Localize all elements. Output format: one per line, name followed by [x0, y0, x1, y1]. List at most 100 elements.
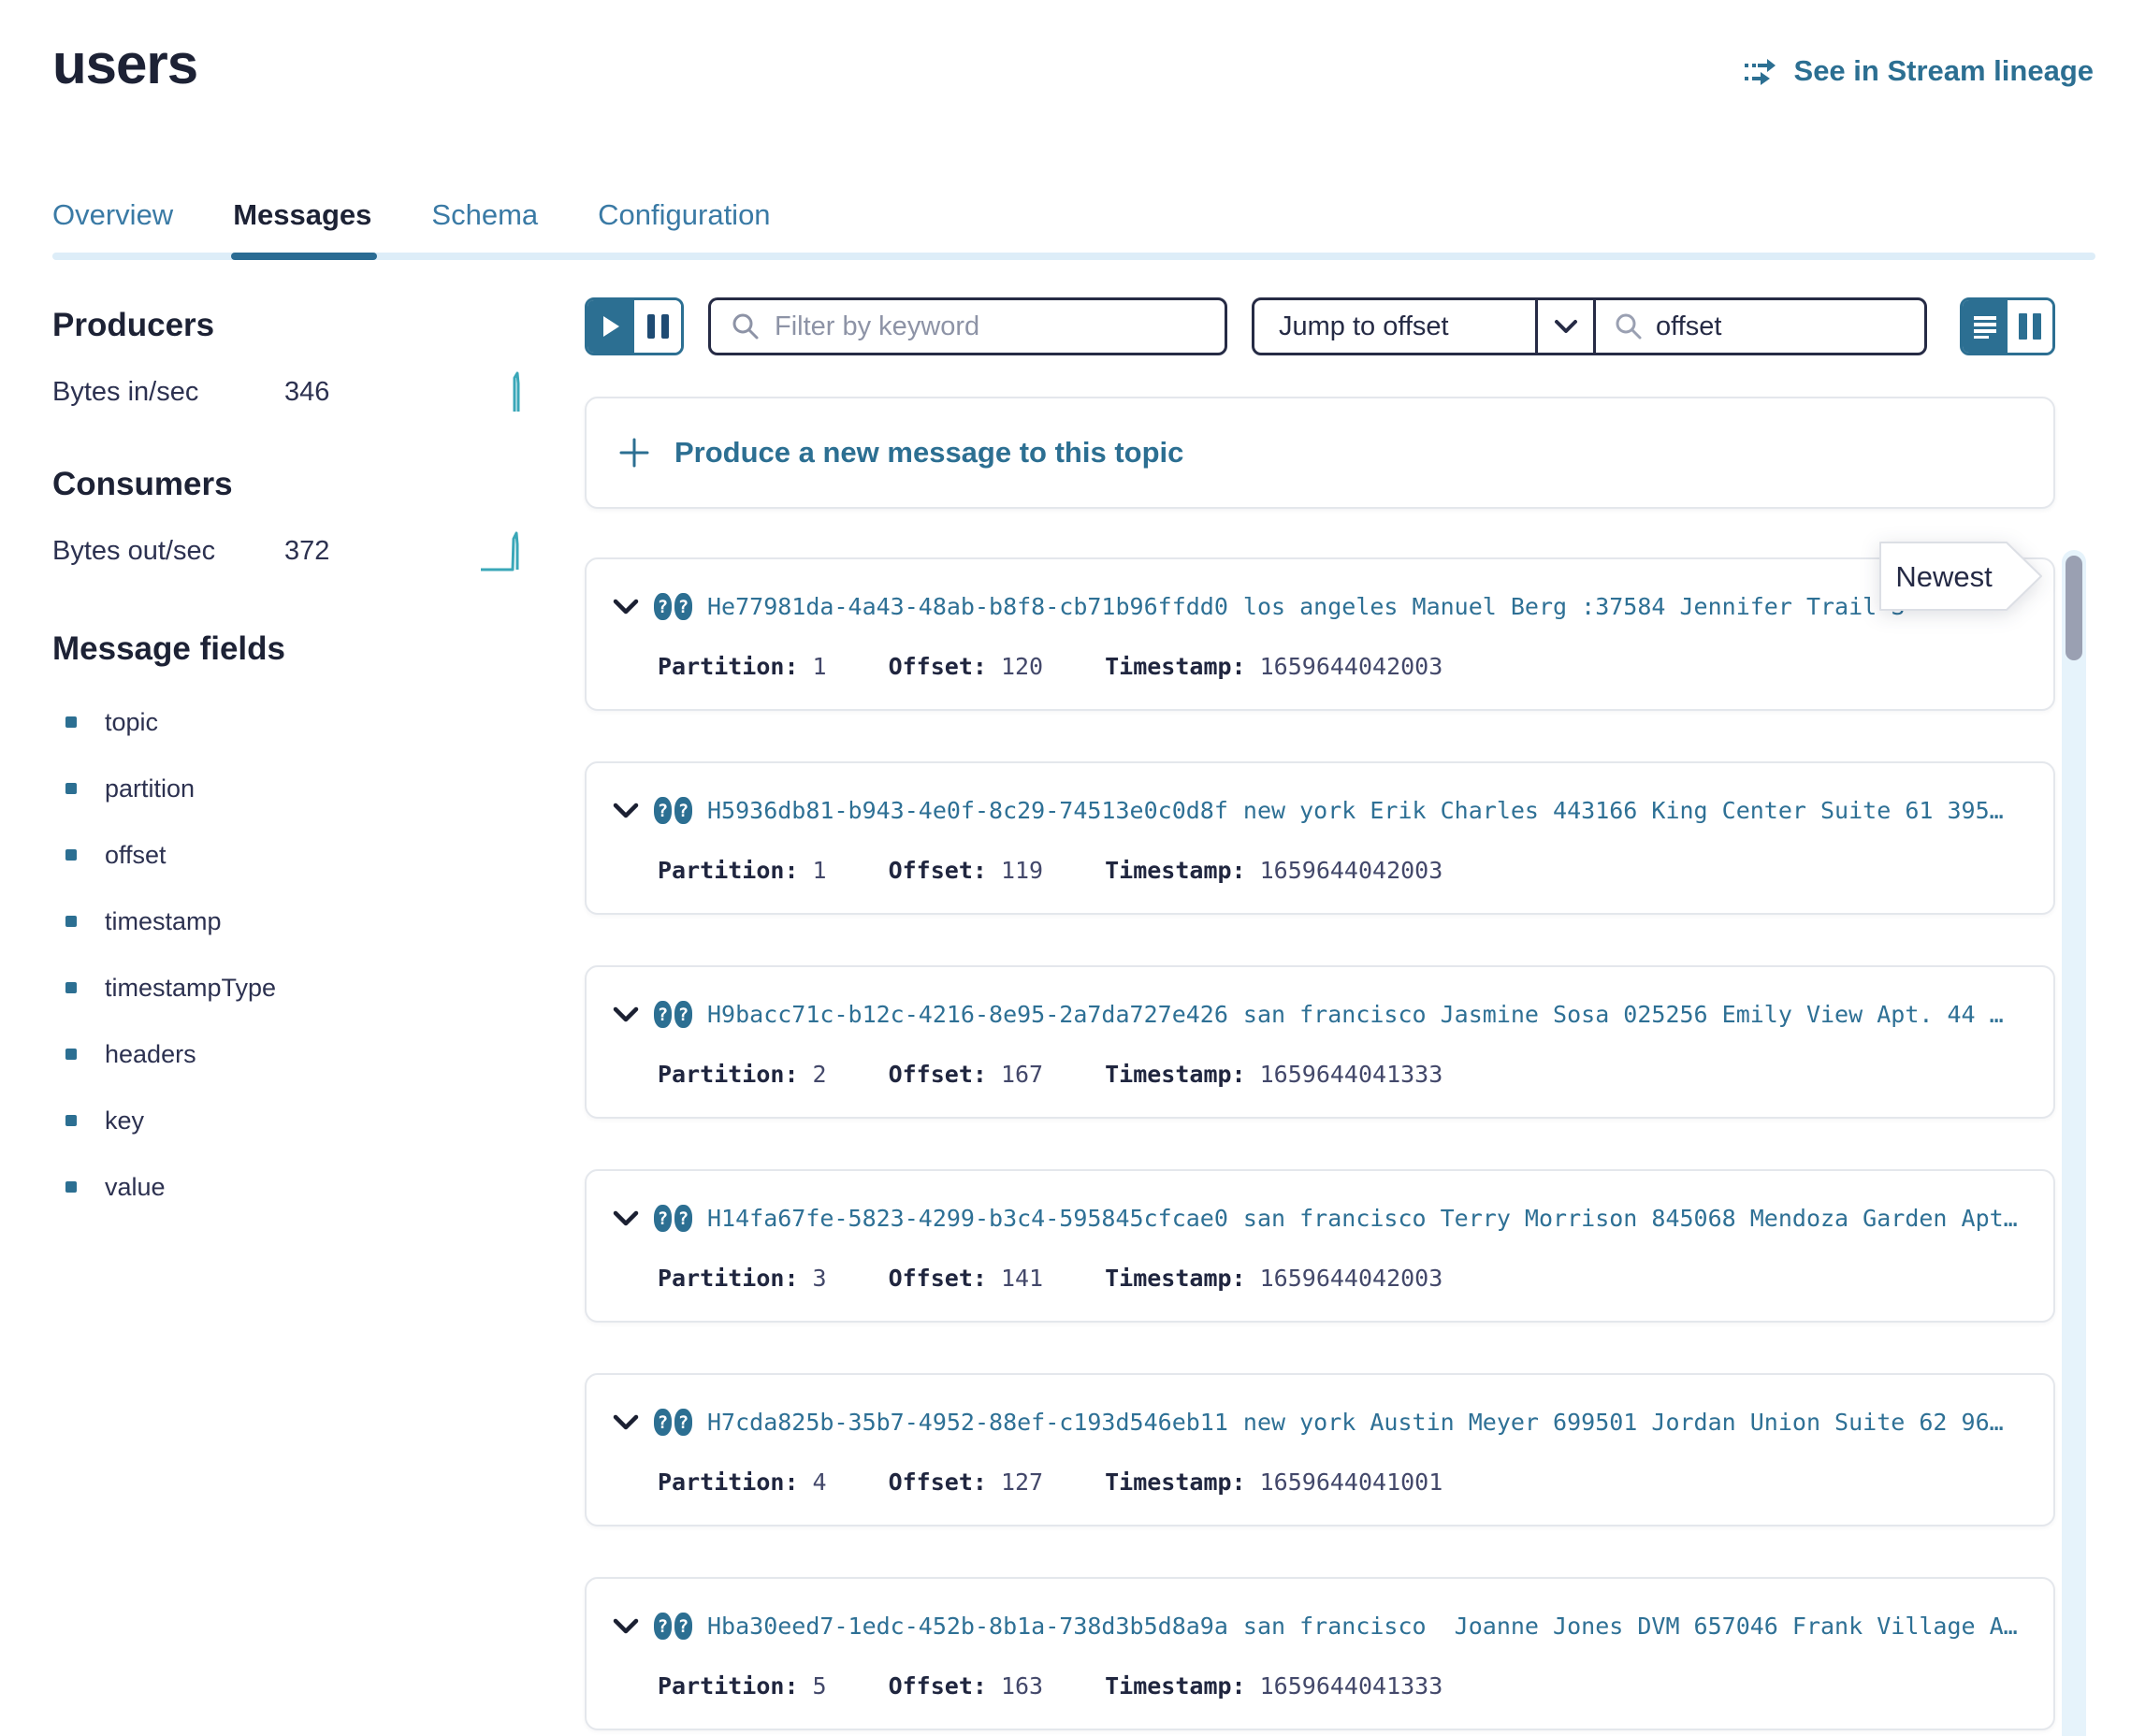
- list-view-button[interactable]: [1963, 300, 2008, 353]
- tab-overview[interactable]: Overview: [52, 198, 173, 260]
- field-item-key[interactable]: key: [52, 1107, 526, 1134]
- partition-label: Partition:: [658, 1265, 799, 1292]
- timestamp-label: Timestamp:: [1105, 653, 1246, 680]
- field-item-offset[interactable]: offset: [52, 842, 526, 868]
- bytes-out-sparkline: [479, 529, 526, 572]
- partition-value: 1: [813, 857, 827, 884]
- plus-icon: [618, 437, 650, 469]
- field-item-headers[interactable]: headers: [52, 1041, 526, 1067]
- field-bullet-icon: [65, 1049, 77, 1060]
- field-bullet-icon: [65, 982, 77, 993]
- offset-label: Offset:: [889, 653, 987, 680]
- offset-value: 119: [1001, 857, 1043, 884]
- message-key: H9bacc71c-b12c-4216-8e95-2a7da727e426: [707, 1001, 1228, 1028]
- newest-tooltip-label: Newest: [1895, 560, 1993, 593]
- consumers-heading: Consumers: [52, 466, 526, 503]
- pause-button[interactable]: [634, 300, 681, 353]
- message-fields-heading: Message fields: [52, 630, 526, 668]
- message-value-preview: san francisco Joanne Jones DVM 657046 Fr…: [1243, 1613, 2018, 1640]
- messages-toolbar: Jump to offset: [585, 297, 2055, 355]
- message-meta-row: Partition:5 Offset:163 Timestamp:1659644…: [658, 1672, 1442, 1700]
- message-key: H14fa67fe-5823-4299-b3c4-595845cfcae0: [707, 1205, 1228, 1232]
- partition-label: Partition:: [658, 653, 799, 680]
- pause-icon: [661, 314, 669, 339]
- offset-label: Offset:: [889, 857, 987, 884]
- chevron-down-icon: [1554, 319, 1578, 334]
- field-item-partition[interactable]: partition: [52, 775, 526, 802]
- messages-panel: Jump to offset: [585, 297, 2055, 1736]
- offset-value: 120: [1001, 653, 1043, 680]
- message-summary-row: ?? He77981da-4a43-48ab-b8f8-cb71b96ffdd0…: [613, 593, 2038, 620]
- produce-message-button[interactable]: Produce a new message to this topic: [585, 397, 2055, 509]
- chevron-down-icon[interactable]: [613, 1618, 639, 1635]
- message-value-preview: new york Austin Meyer 699501 Jordan Unio…: [1243, 1409, 2004, 1436]
- offset-label: Offset:: [889, 1672, 987, 1700]
- offset-search-box: [1593, 300, 1924, 353]
- message-key: Hba30eed7-1edc-452b-8b1a-738d3b5d8a9a: [707, 1613, 1228, 1640]
- message-card[interactable]: ?? H9bacc71c-b12c-4216-8e95-2a7da727e426…: [585, 965, 2055, 1119]
- tab-messages[interactable]: Messages: [233, 198, 371, 260]
- chevron-down-icon[interactable]: [613, 1210, 639, 1227]
- field-label: timestampType: [105, 974, 276, 1003]
- column-view-button[interactable]: [2008, 300, 2052, 353]
- partition-label: Partition:: [658, 1468, 799, 1496]
- partition-value: 3: [813, 1265, 827, 1292]
- jump-to-offset-select[interactable]: Jump to offset: [1254, 300, 1535, 353]
- timestamp-value: 1659644041001: [1260, 1468, 1443, 1496]
- scrollbar-thumb[interactable]: [2066, 556, 2082, 660]
- field-item-value[interactable]: value: [52, 1174, 526, 1200]
- produce-message-label: Produce a new message to this topic: [674, 436, 1183, 470]
- chevron-down-icon[interactable]: [613, 1006, 639, 1023]
- chevron-down-icon[interactable]: [613, 1414, 639, 1431]
- timestamp-label: Timestamp:: [1105, 1672, 1246, 1700]
- partition-label: Partition:: [658, 1061, 799, 1088]
- column-view-icon: [2033, 313, 2041, 340]
- field-bullet-icon: [65, 916, 77, 927]
- partition-label: Partition:: [658, 857, 799, 884]
- unknown-format-icon: ??: [654, 1613, 692, 1640]
- column-view-icon: [2019, 313, 2027, 340]
- tab-bar: Overview Messages Schema Configuration: [52, 198, 2095, 260]
- field-item-timestamp[interactable]: timestamp: [52, 908, 526, 934]
- bytes-out-label: Bytes out/sec: [52, 536, 284, 567]
- chevron-down-icon[interactable]: [613, 803, 639, 819]
- offset-value: 167: [1001, 1061, 1043, 1088]
- timestamp-label: Timestamp:: [1105, 1265, 1246, 1292]
- field-bullet-icon: [65, 1181, 77, 1193]
- play-button[interactable]: [587, 300, 634, 353]
- scrollbar-track[interactable]: [2062, 550, 2086, 1736]
- chevron-down-icon[interactable]: [613, 599, 639, 615]
- partition-value: 2: [813, 1061, 827, 1088]
- page-title: users: [52, 32, 197, 96]
- timestamp-value: 1659644041333: [1260, 1061, 1443, 1088]
- message-summary-row: ?? H5936db81-b943-4e0f-8c29-74513e0c0d8f…: [613, 797, 2038, 824]
- offset-search-input[interactable]: [1656, 311, 1880, 342]
- message-card[interactable]: ?? H7cda825b-35b7-4952-88ef-c193d546eb11…: [585, 1373, 2055, 1526]
- message-key: H5936db81-b943-4e0f-8c29-74513e0c0d8f: [707, 797, 1228, 824]
- sidebar: Producers Bytes in/sec 346 Consumers Byt…: [52, 307, 526, 1240]
- play-pause-group: [585, 297, 684, 355]
- partition-label: Partition:: [658, 1672, 799, 1700]
- field-item-timestampType[interactable]: timestampType: [52, 975, 526, 1001]
- see-in-stream-lineage-link[interactable]: See in Stream lineage: [1742, 54, 2094, 88]
- message-value-preview: san francisco Jasmine Sosa 025256 Emily …: [1243, 1001, 2004, 1028]
- tab-configuration[interactable]: Configuration: [598, 198, 770, 260]
- bytes-in-metric: Bytes in/sec 346: [52, 370, 526, 413]
- field-label: offset: [105, 841, 167, 870]
- message-meta-row: Partition:1 Offset:119 Timestamp:1659644…: [658, 857, 1442, 884]
- newest-tooltip: Newest: [1878, 541, 2045, 612]
- field-bullet-icon: [65, 849, 77, 861]
- timestamp-label: Timestamp:: [1105, 1061, 1246, 1088]
- message-value-preview: new york Erik Charles 443166 King Center…: [1243, 797, 2004, 824]
- message-card[interactable]: ?? He77981da-4a43-48ab-b8f8-cb71b96ffdd0…: [585, 557, 2055, 711]
- message-card[interactable]: ?? H14fa67fe-5823-4299-b3c4-595845cfcae0…: [585, 1169, 2055, 1323]
- message-card[interactable]: ?? Hba30eed7-1edc-452b-8b1a-738d3b5d8a9a…: [585, 1577, 2055, 1730]
- message-card[interactable]: ?? H5936db81-b943-4e0f-8c29-74513e0c0d8f…: [585, 761, 2055, 915]
- tab-schema[interactable]: Schema: [431, 198, 538, 260]
- offset-label: Offset:: [889, 1468, 987, 1496]
- field-item-topic[interactable]: topic: [52, 709, 526, 735]
- filter-keyword-input[interactable]: [775, 311, 1204, 342]
- lineage-link-label: See in Stream lineage: [1794, 54, 2094, 88]
- jump-select-chevron[interactable]: [1535, 300, 1593, 353]
- message-key: H7cda825b-35b7-4952-88ef-c193d546eb11: [707, 1409, 1228, 1436]
